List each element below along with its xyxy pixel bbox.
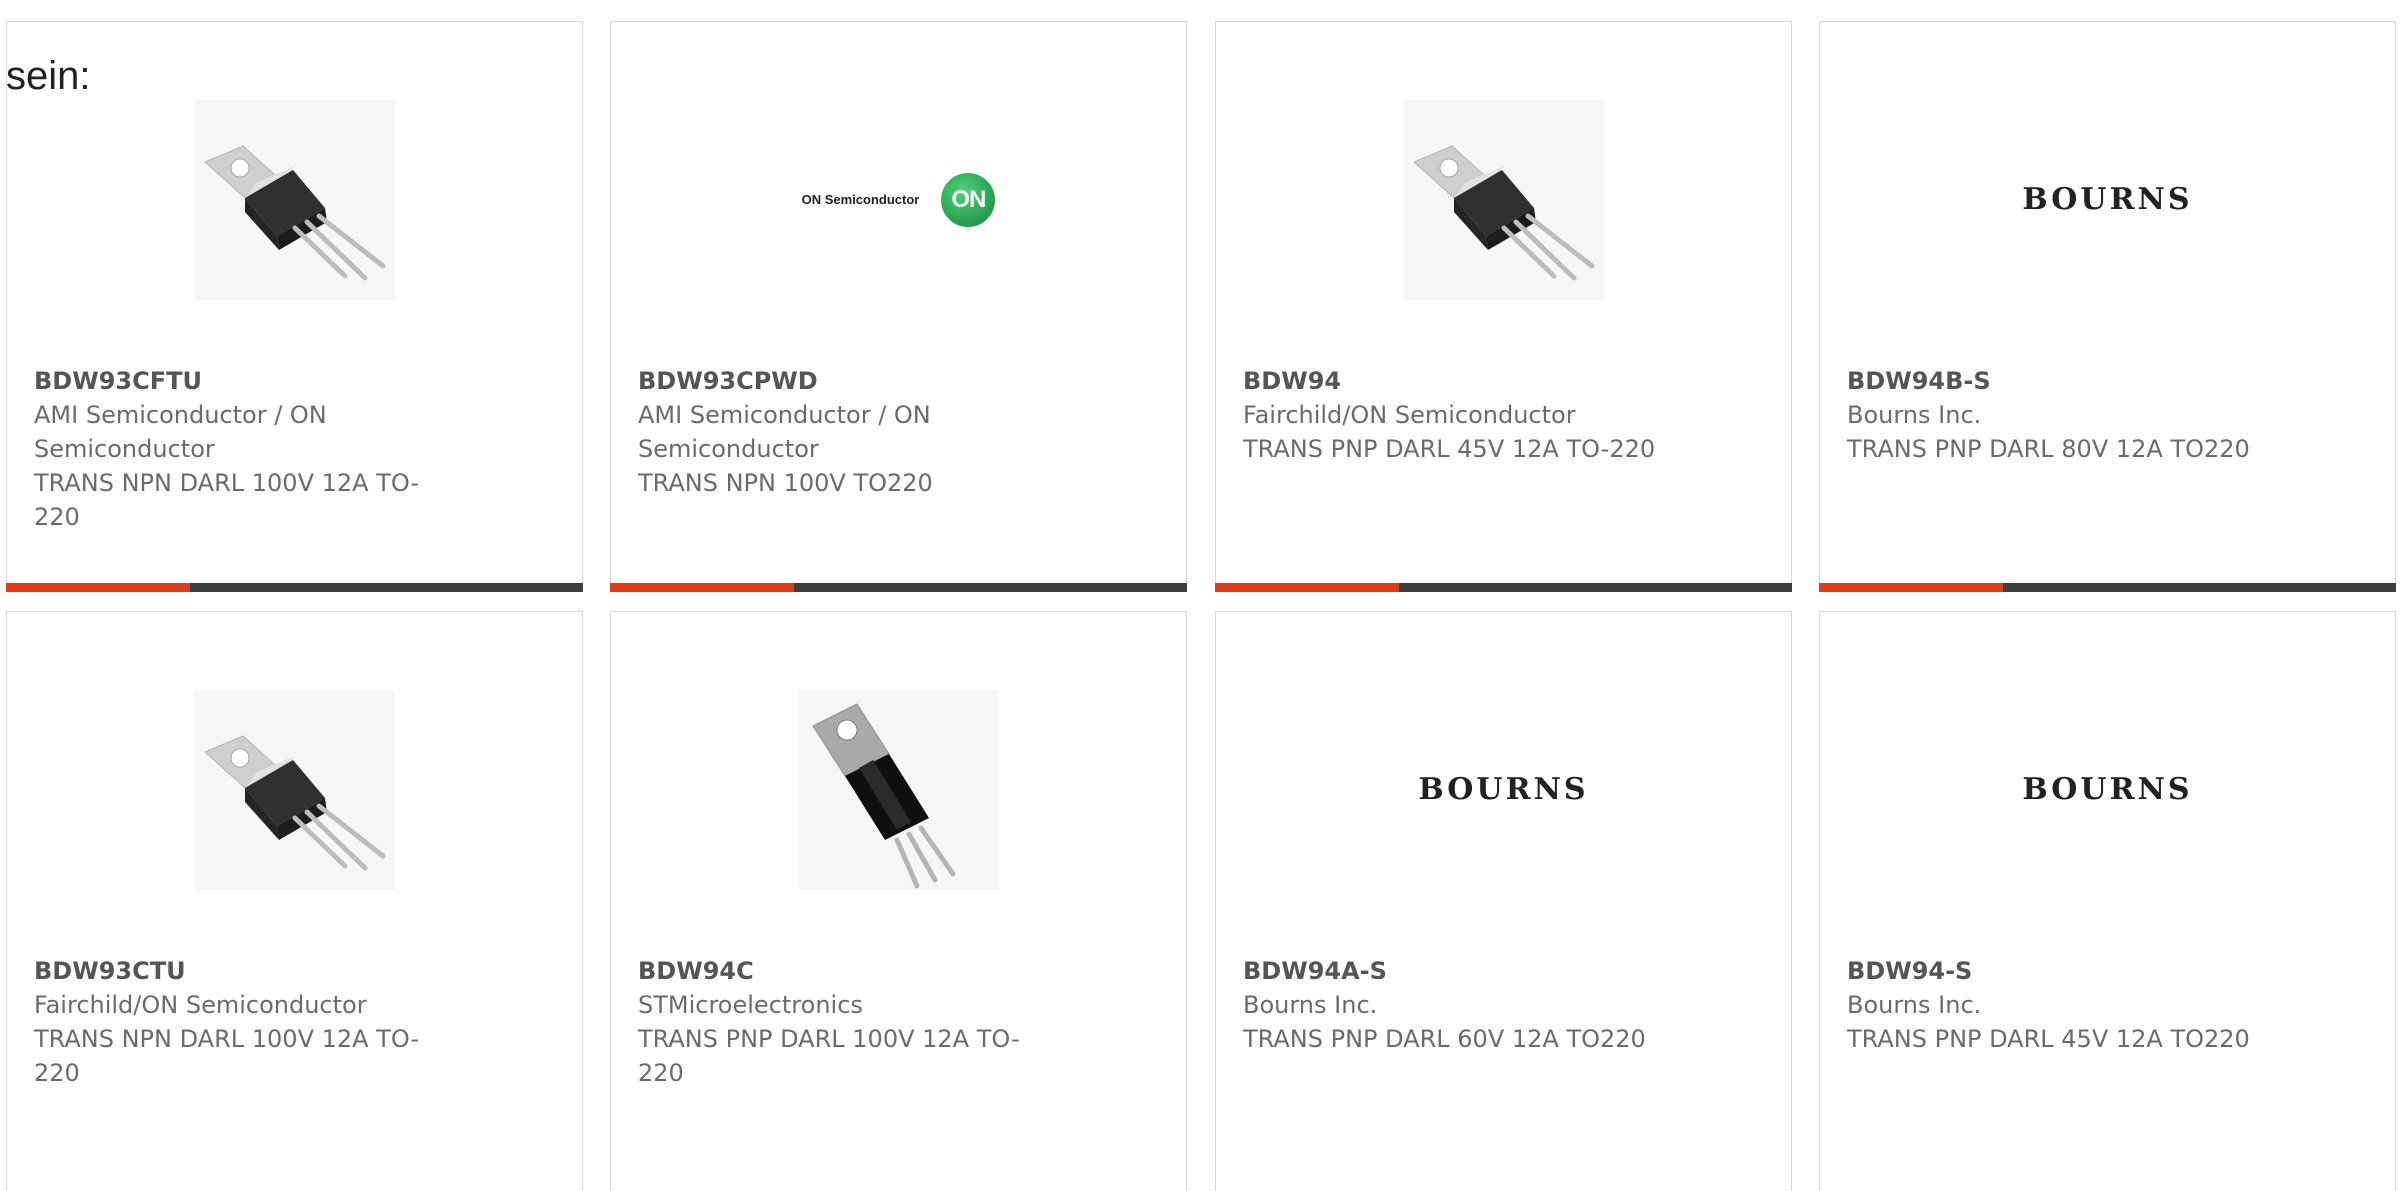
description: TRANS PNP DARL 80V 12A TO220 xyxy=(1847,435,2250,463)
product-image[interactable] xyxy=(7,92,582,307)
manufacturer: Fairchild/ON Semiconductor xyxy=(34,991,367,1019)
to220-transistor-icon xyxy=(194,99,395,300)
description: TRANS NPN 100V TO220 xyxy=(638,469,933,497)
product-card[interactable]: BDW94 Fairchild/ON Semiconductor TRANS P… xyxy=(1215,21,1792,592)
product-info: BDW94A-S Bourns Inc. TRANS PNP DARL 60V … xyxy=(1243,954,1663,1056)
product-image[interactable] xyxy=(611,682,1186,897)
product-info: BDW94 Fairchild/ON Semiconductor TRANS P… xyxy=(1243,364,1663,466)
on-semiconductor-logo: ON Semiconductor ON xyxy=(801,172,996,227)
card-accent-bar xyxy=(1819,583,2396,592)
description: TRANS PNP DARL 100V 12A TO-220 xyxy=(638,1025,1020,1087)
to220-transistor-photo xyxy=(798,689,999,890)
product-image[interactable]: BOURNS xyxy=(1216,682,1791,897)
product-card[interactable]: BOURNS BDW94A-S Bourns Inc. TRANS PNP DA… xyxy=(1215,611,1792,1191)
product-card[interactable]: ON Semiconductor ON BDW93CPWD AMI Semico… xyxy=(610,21,1187,592)
manufacturer: AMI Semiconductor / ON Semiconductor xyxy=(34,401,327,463)
description: TRANS NPN DARL 100V 12A TO-220 xyxy=(34,1025,420,1087)
product-info: BDW93CPWD AMI Semiconductor / ON Semicon… xyxy=(638,364,1058,500)
part-number[interactable]: BDW93CPWD xyxy=(638,364,1058,398)
card-accent-bar xyxy=(6,583,583,592)
on-logo-mark: ON xyxy=(941,172,996,227)
product-info: BDW93CTU Fairchild/ON Semiconductor TRAN… xyxy=(34,954,454,1090)
product-info: BDW94B-S Bourns Inc. TRANS PNP DARL 80V … xyxy=(1847,364,2267,466)
bourns-logo: BOURNS xyxy=(1418,772,1589,807)
manufacturer: Bourns Inc. xyxy=(1847,991,1982,1019)
manufacturer: Fairchild/ON Semiconductor xyxy=(1243,401,1576,429)
card-accent-bar xyxy=(610,583,1187,592)
product-card[interactable]: BDW94C STMicroelectronics TRANS PNP DARL… xyxy=(610,611,1187,1191)
bourns-logo: BOURNS xyxy=(2022,182,2193,217)
part-number[interactable]: BDW94C xyxy=(638,954,1058,988)
manufacturer: Bourns Inc. xyxy=(1243,991,1378,1019)
part-number[interactable]: BDW93CTU xyxy=(34,954,454,988)
description: TRANS PNP DARL 60V 12A TO220 xyxy=(1243,1025,1646,1053)
product-card[interactable]: BOURNS BDW94B-S Bourns Inc. TRANS PNP DA… xyxy=(1819,21,2396,592)
part-number[interactable]: BDW93CFTU xyxy=(34,364,454,398)
part-number[interactable]: BDW94A-S xyxy=(1243,954,1663,988)
product-image[interactable] xyxy=(7,682,582,897)
product-image[interactable]: BOURNS xyxy=(1820,682,2395,897)
manufacturer: AMI Semiconductor / ON Semiconductor xyxy=(638,401,931,463)
product-info: BDW94-S Bourns Inc. TRANS PNP DARL 45V 1… xyxy=(1847,954,2267,1056)
product-image[interactable]: BOURNS xyxy=(1820,92,2395,307)
manufacturer: STMicroelectronics xyxy=(638,991,863,1019)
logo-text: ON Semiconductor xyxy=(801,192,920,207)
card-accent-bar xyxy=(1215,583,1792,592)
product-info: BDW94C STMicroelectronics TRANS PNP DARL… xyxy=(638,954,1058,1090)
to220-transistor-icon xyxy=(1403,99,1604,300)
product-info: BDW93CFTU AMI Semiconductor / ON Semicon… xyxy=(34,364,454,534)
product-card[interactable]: BDW93CTU Fairchild/ON Semiconductor TRAN… xyxy=(6,611,583,1191)
description: TRANS PNP DARL 45V 12A TO-220 xyxy=(1243,435,1656,463)
to220-transistor-icon xyxy=(194,689,395,890)
part-number[interactable]: BDW94-S xyxy=(1847,954,2267,988)
product-card[interactable]: BOURNS BDW94-S Bourns Inc. TRANS PNP DAR… xyxy=(1819,611,2396,1191)
part-number[interactable]: BDW94B-S xyxy=(1847,364,2267,398)
manufacturer: Bourns Inc. xyxy=(1847,401,1982,429)
bourns-logo: BOURNS xyxy=(2022,772,2193,807)
product-card[interactable]: BDW93CFTU AMI Semiconductor / ON Semicon… xyxy=(6,21,583,592)
description: TRANS NPN DARL 100V 12A TO-220 xyxy=(34,469,420,531)
product-image[interactable] xyxy=(1216,92,1791,307)
product-image[interactable]: ON Semiconductor ON xyxy=(611,92,1186,307)
intro-text: sein: xyxy=(6,54,91,98)
product-grid: BDW93CFTU AMI Semiconductor / ON Semicon… xyxy=(0,0,2400,1191)
description: TRANS PNP DARL 45V 12A TO220 xyxy=(1847,1025,2250,1053)
part-number[interactable]: BDW94 xyxy=(1243,364,1663,398)
